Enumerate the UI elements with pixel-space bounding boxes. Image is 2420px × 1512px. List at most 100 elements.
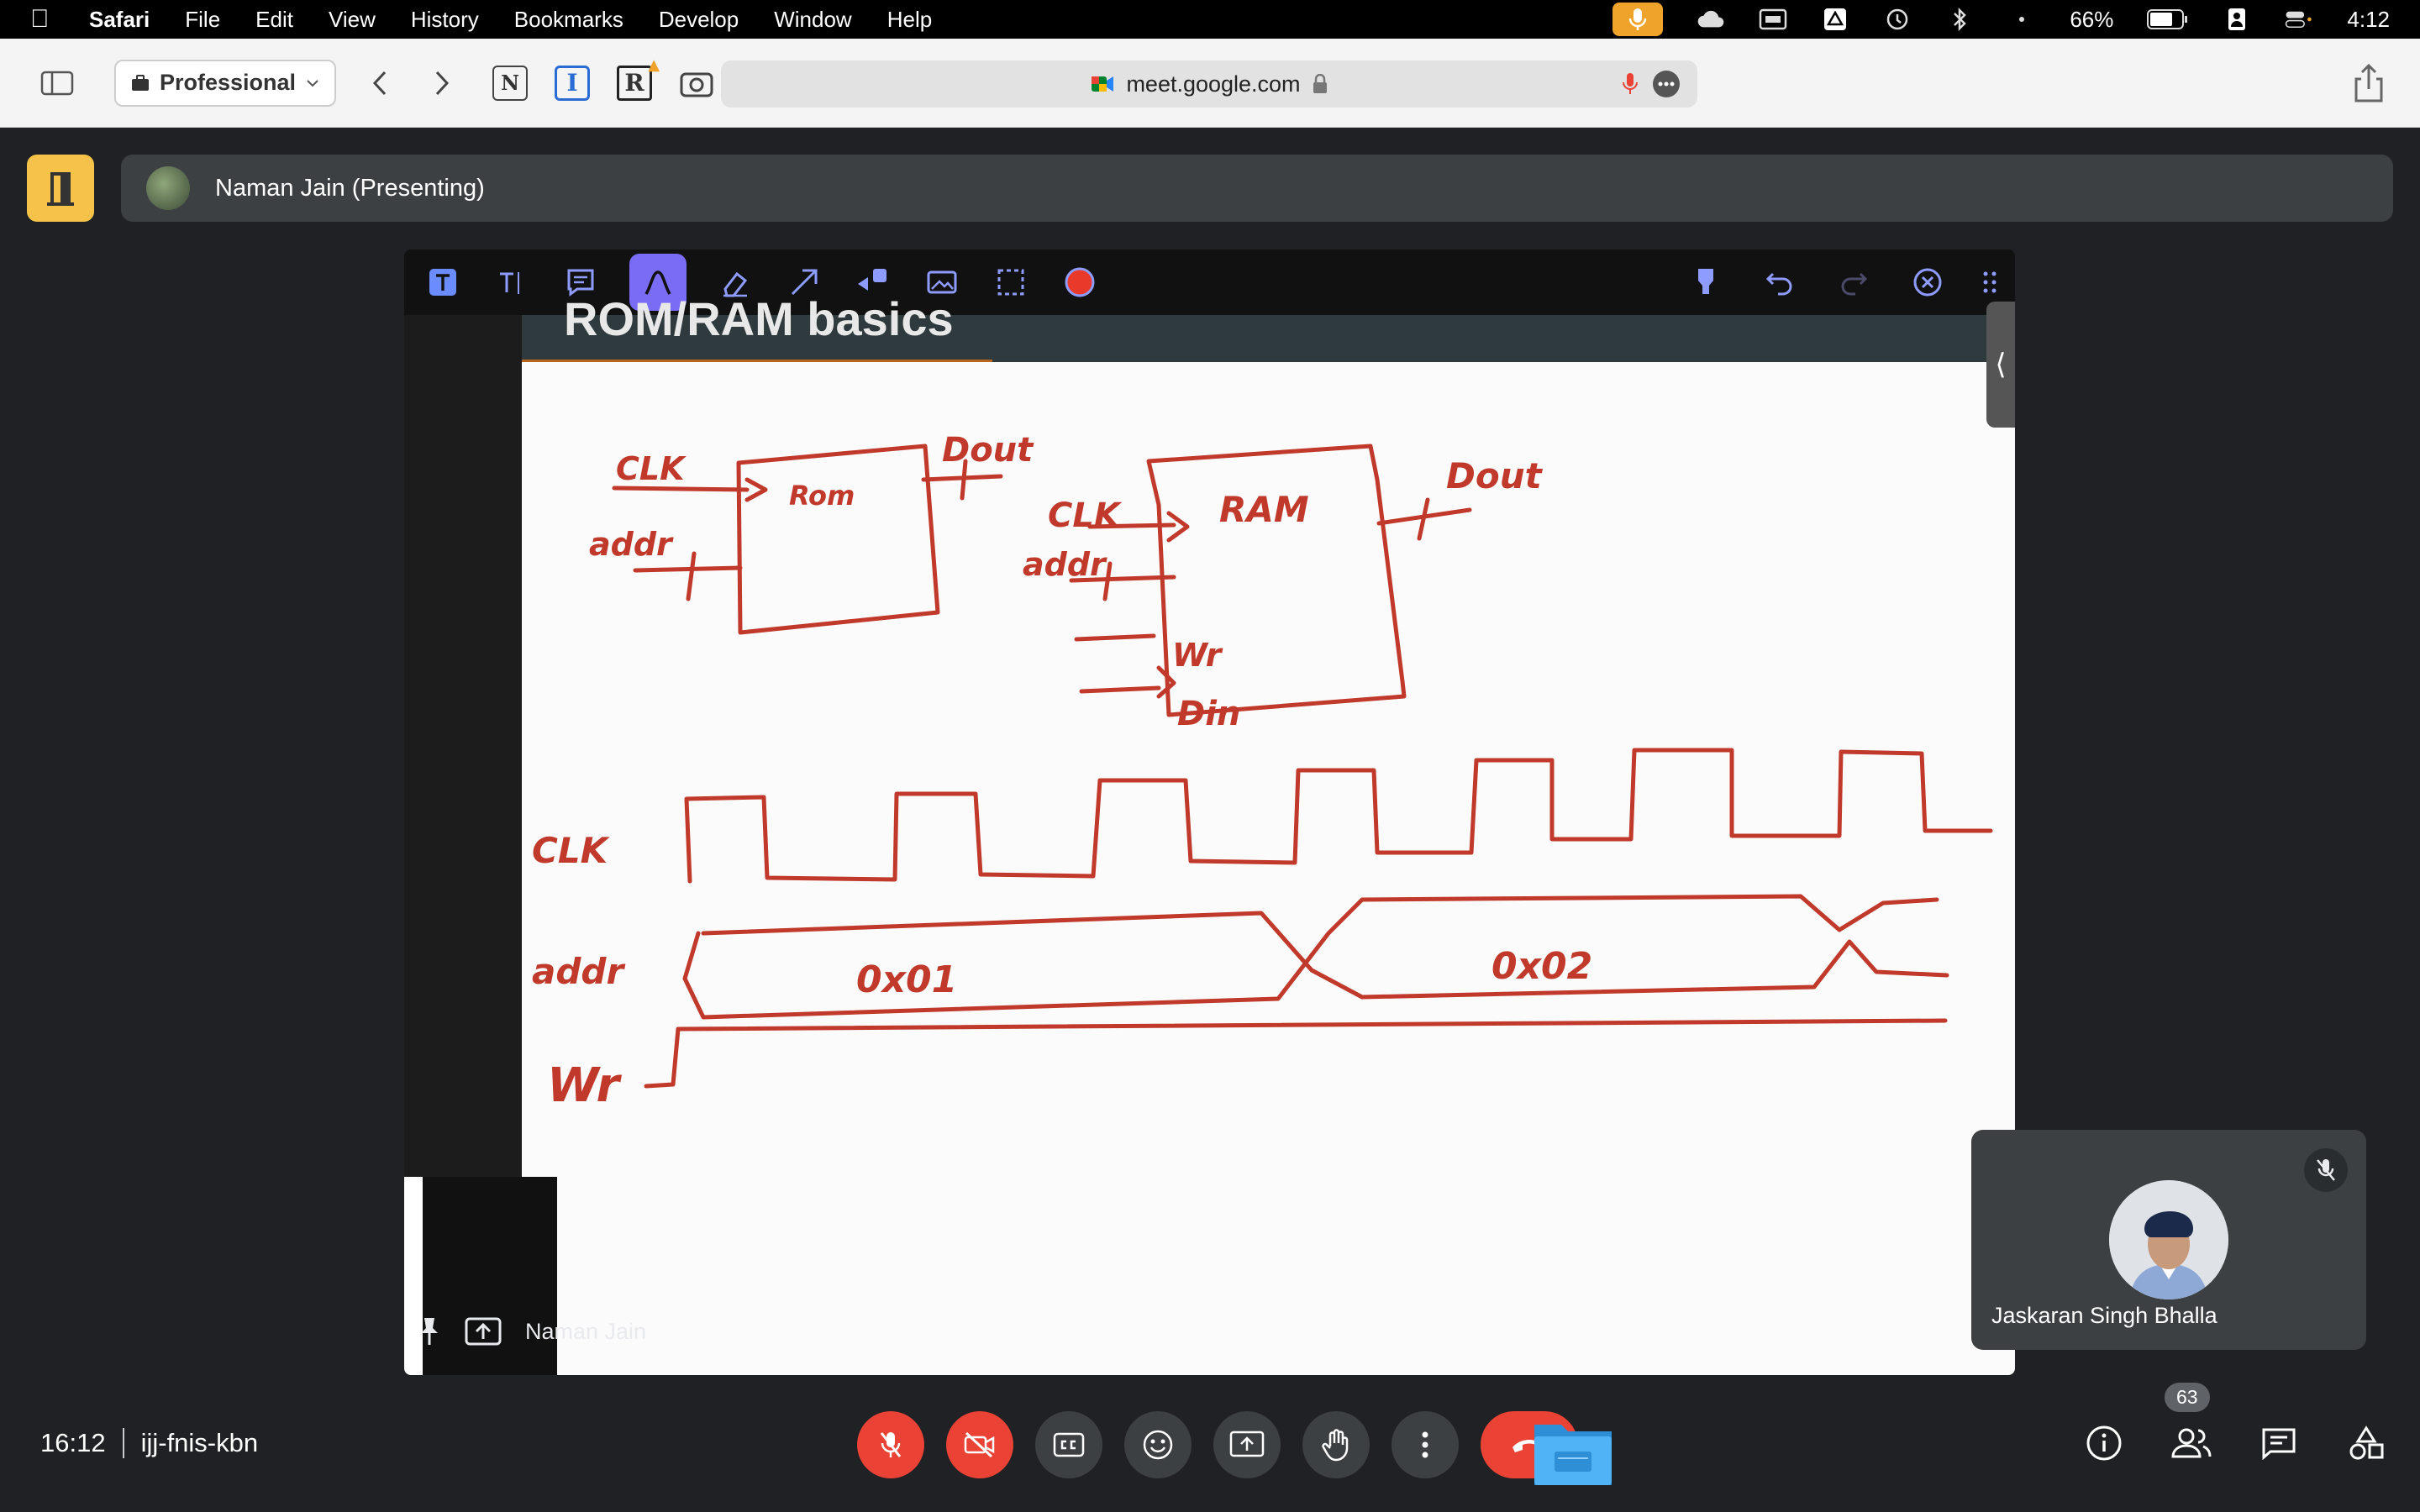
browser-toolbar: Professional N I R ▲ meet.google.com (0, 39, 2420, 128)
raise-hand-button[interactable] (1302, 1411, 1370, 1478)
ram-clk-label: CLK (1048, 496, 1123, 535)
user-switch-icon[interactable] (2223, 8, 2251, 31)
chevron-down-icon (307, 79, 318, 87)
rom-clk-label: CLK (616, 450, 687, 487)
menu-view[interactable]: View (329, 7, 376, 33)
apple-menu-icon[interactable]:  (30, 5, 60, 34)
timing-wr-label: Wr (547, 1058, 622, 1113)
rom-addr-tick (686, 551, 697, 601)
collapse-panel-handle[interactable]: ⟨ (1986, 302, 2015, 428)
highlighter-tool-icon[interactable] (1686, 262, 1726, 302)
tab-group-selector[interactable]: Professional (114, 59, 337, 107)
presenter-tile-label: Naman Jain (418, 1316, 646, 1347)
activities-button[interactable] (2343, 1420, 2390, 1467)
ram-wr-line (1074, 633, 1156, 642)
leave-presentation-button[interactable] (27, 155, 94, 222)
text-box-tool-icon[interactable] (423, 262, 463, 302)
dot-icon (2007, 8, 2036, 31)
mic-in-use-icon[interactable] (1612, 3, 1664, 36)
control-center-icon[interactable] (2285, 8, 2313, 31)
camera-toggle-button[interactable] (946, 1411, 1013, 1478)
selection-tool-icon[interactable] (991, 262, 1031, 302)
presenter-label: Naman Jain (Presenting) (215, 174, 485, 202)
closed-captions-icon (1053, 1432, 1085, 1457)
present-now-button[interactable] (1213, 1411, 1281, 1478)
menu-window[interactable]: Window (774, 7, 851, 33)
menu-bar:  Safari File Edit View History Bookmark… (0, 0, 2420, 39)
menu-help[interactable]: Help (887, 7, 932, 33)
folder-icon[interactable] (1531, 1418, 1615, 1488)
separator (122, 1428, 124, 1458)
clk-waveform (684, 748, 1993, 884)
addr-value-2: 0x02 (1491, 945, 1592, 988)
url-mic-icon[interactable] (1622, 71, 1639, 97)
menu-develop[interactable]: Develop (659, 7, 739, 33)
people-button[interactable]: 63 (2165, 1383, 2215, 1467)
mic-toggle-button[interactable] (857, 1411, 924, 1478)
ram-label: RAM (1219, 489, 1309, 530)
address-bar[interactable]: meet.google.com (721, 60, 1697, 108)
present-screen-icon (1229, 1431, 1265, 1457)
time-machine-icon[interactable] (1883, 8, 1912, 31)
screen-recorder-icon[interactable] (1759, 8, 1787, 31)
menu-history[interactable]: History (411, 7, 479, 33)
meeting-time: 16:12 (40, 1428, 106, 1457)
slide-title-bar: ROM/RAM basics (522, 292, 2015, 362)
back-button[interactable] (356, 60, 403, 107)
menu-app-safari[interactable]: Safari (89, 7, 150, 33)
chat-icon (2262, 1428, 2296, 1460)
chat-button[interactable] (2255, 1420, 2302, 1467)
ram-box (1146, 444, 1407, 717)
more-vertical-icon (1422, 1431, 1428, 1458)
menu-file[interactable]: File (185, 7, 220, 33)
rom-box (736, 444, 940, 635)
redo-icon[interactable] (1833, 262, 1874, 302)
people-icon (2171, 1428, 2212, 1458)
more-options-button[interactable] (1392, 1411, 1459, 1478)
forward-button[interactable] (418, 60, 466, 107)
present-screen-icon[interactable] (465, 1317, 502, 1346)
presenter-tile-name: Naman Jain (525, 1318, 647, 1344)
meeting-info-button[interactable] (2081, 1420, 2128, 1467)
readwise-extension-icon[interactable]: R ▲ (617, 56, 660, 101)
timing-clk-label: CLK (532, 830, 611, 871)
share-icon[interactable] (2348, 62, 2390, 104)
ram-din-label: Din (1177, 695, 1240, 733)
text-tool-icon[interactable] (492, 262, 532, 302)
captions-button[interactable] (1035, 1411, 1102, 1478)
ram-addr-tick (1102, 561, 1113, 601)
menu-edit[interactable]: Edit (255, 7, 293, 33)
cloud-icon[interactable] (1697, 8, 1725, 31)
call-controls (857, 1411, 1578, 1478)
menu-clock[interactable]: 4:12 (2347, 7, 2390, 33)
google-drive-icon[interactable] (1821, 8, 1849, 31)
record-button-icon[interactable] (1060, 262, 1100, 302)
bluetooth-icon[interactable] (1945, 7, 1974, 32)
sidebar-toggle-icon[interactable] (34, 60, 81, 107)
whiteboard-canvas: CLK addr Rom Dout RAM CLK addr Wr Din Do… (522, 362, 2015, 1375)
info-icon (2086, 1425, 2122, 1461)
briefcase-icon (132, 74, 149, 91)
pin-icon[interactable] (418, 1316, 441, 1347)
notion-extension-icon[interactable]: N (492, 65, 529, 101)
participant-tile[interactable]: Jaskaran Singh Bhalla (1971, 1130, 2366, 1350)
timing-addr-label: addr (532, 951, 625, 992)
camera-off-icon (964, 1431, 995, 1458)
menu-bookmarks[interactable]: Bookmarks (514, 7, 623, 33)
camera-extension-icon[interactable] (679, 66, 714, 101)
presenter-banner: Naman Jain (Presenting) (121, 155, 2393, 222)
drag-handle-icon[interactable] (1981, 262, 1998, 302)
reactions-button[interactable] (1124, 1411, 1192, 1478)
more-options-icon[interactable] (1652, 70, 1681, 98)
battery-icon[interactable] (2147, 8, 2189, 31)
instapaper-extension-icon[interactable]: I (555, 65, 591, 101)
slide-title: ROM/RAM basics (564, 292, 954, 345)
undo-icon[interactable] (1760, 262, 1800, 302)
shared-screen: ROM/RAM basics CLK addr Rom Dout RAM CLK… (404, 249, 2015, 1375)
close-annotation-icon[interactable] (1907, 262, 1948, 302)
ram-addr-label: addr (1023, 546, 1107, 583)
emoji-icon (1143, 1430, 1173, 1460)
meeting-code: ijj-fnis-kbn (140, 1428, 259, 1457)
rom-addr-line (633, 565, 743, 573)
participant-avatar (2109, 1180, 2228, 1299)
